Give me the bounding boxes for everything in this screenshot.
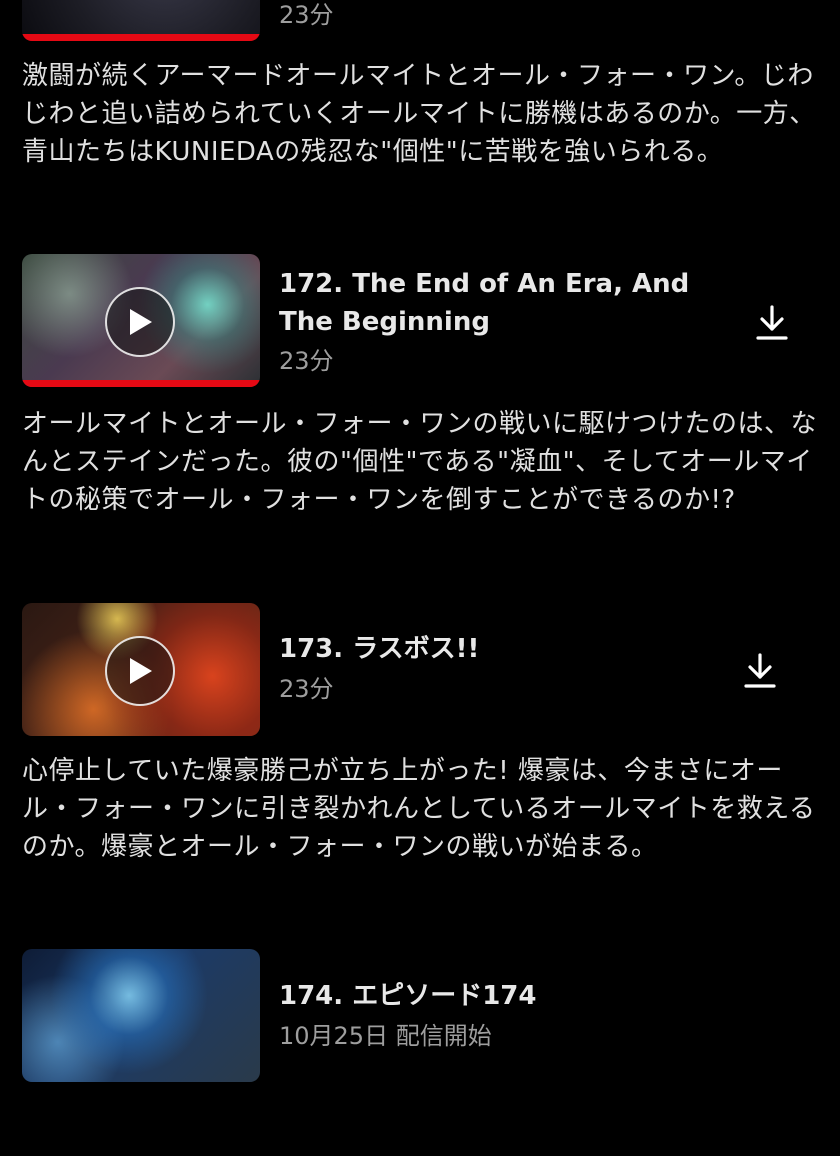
episode-description: オールマイトとオール・フォー・ワンの戦いに駆けつけたのは、なんとステインだった。… xyxy=(22,409,818,515)
play-icon xyxy=(130,309,152,335)
episode-title: 172. The End of An Era, And The Beginnin… xyxy=(279,269,690,337)
episode-duration: 23分 xyxy=(279,1,334,29)
watch-progress-bar xyxy=(22,34,260,41)
episode-title: 174. エピソード174 xyxy=(279,981,537,1011)
episode-description: 激闘が続くアーマードオールマイトとオール・フォー・ワン。じわじわと追い詰められて… xyxy=(22,61,816,167)
episode-title: 173. ラスボス!! xyxy=(279,634,480,664)
episode-thumbnail[interactable] xyxy=(22,949,260,1082)
episode-duration: 23分 xyxy=(279,347,334,375)
episode-duration: 23分 xyxy=(279,675,334,703)
episode-thumbnail[interactable] xyxy=(22,603,260,736)
play-button[interactable] xyxy=(105,287,175,357)
download-button[interactable] xyxy=(734,645,786,697)
episode-description: 心停止していた爆豪勝己が立ち上がった! 爆豪は、今まさにオール・フォー・ワンに引… xyxy=(22,756,816,862)
download-icon xyxy=(744,653,776,688)
episode-thumbnail[interactable] xyxy=(22,254,260,387)
episode-release-date: 10月25日 配信開始 xyxy=(279,1022,492,1050)
download-icon xyxy=(756,305,788,340)
thumbnail-image xyxy=(22,949,260,1082)
play-icon xyxy=(130,658,152,684)
episode-thumbnail[interactable] xyxy=(22,0,260,41)
play-button[interactable] xyxy=(105,636,175,706)
watch-progress-bar xyxy=(22,380,260,387)
download-button[interactable] xyxy=(746,297,798,349)
